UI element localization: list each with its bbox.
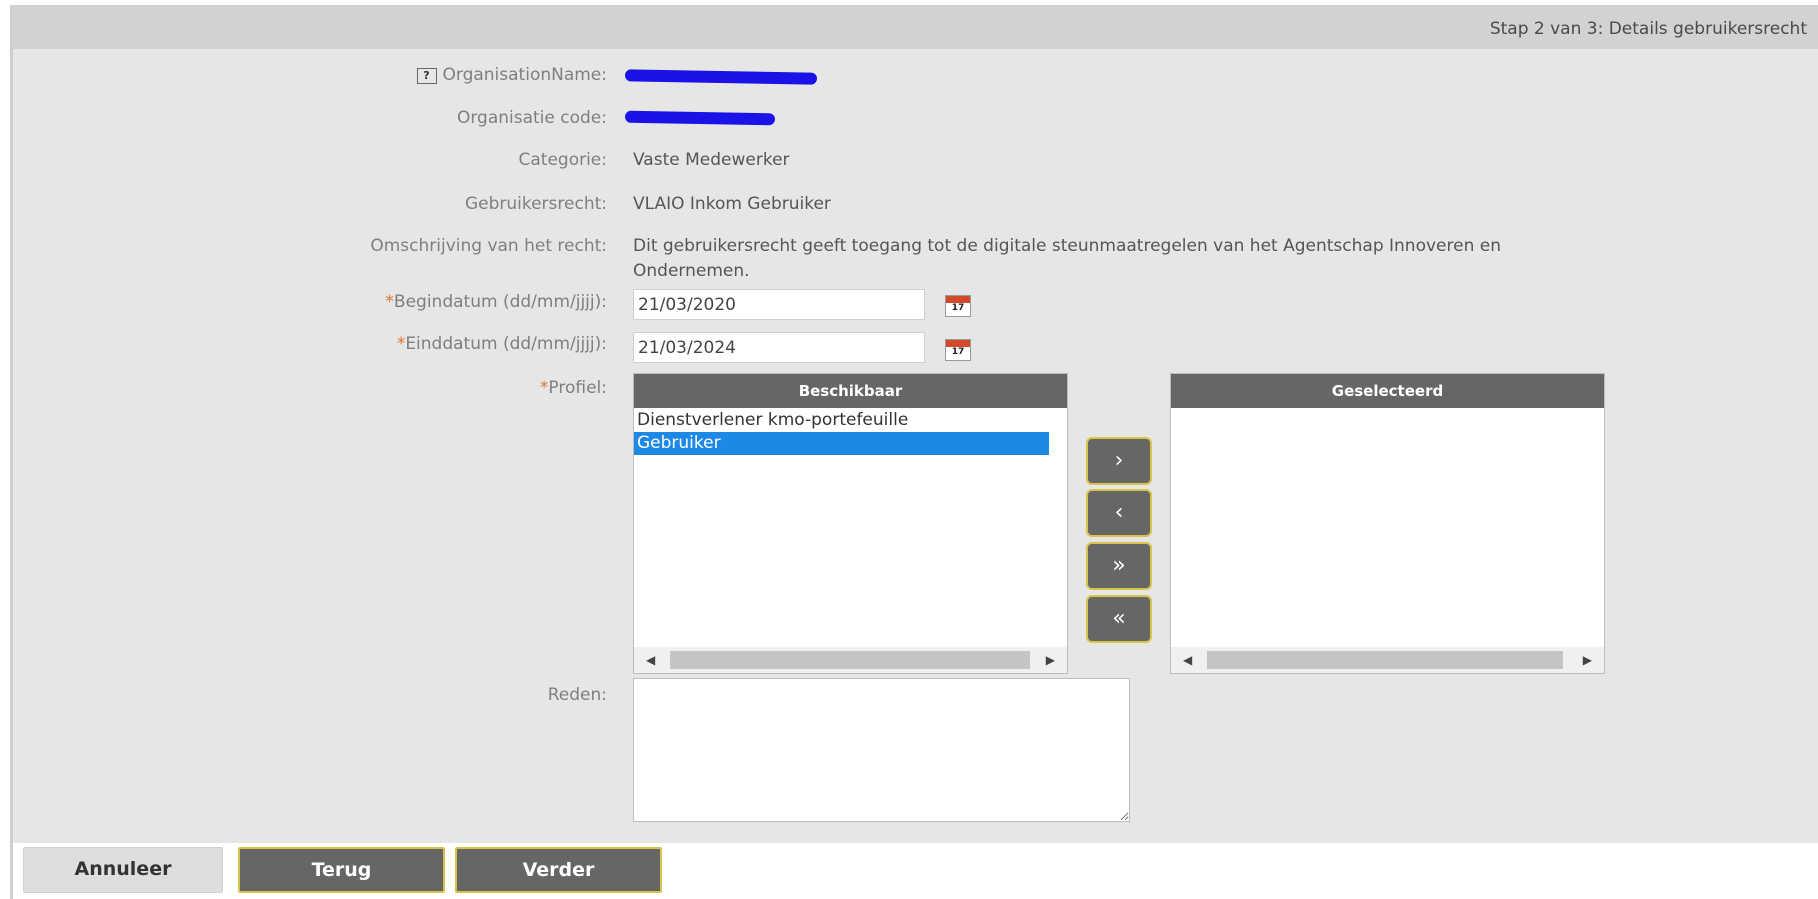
einddatum-label: *Einddatum (dd/mm/jjjj): [396,334,607,354]
move-left-button[interactable]: ‹ [1086,489,1152,537]
horizontal-scrollbar[interactable]: ◀ ▶ [634,647,1067,673]
calendar-icon[interactable]: 17 [945,339,971,361]
back-button[interactable]: Terug [238,847,445,893]
redacted-organisation-code [624,110,776,126]
step-title: Stap 2 van 3: Details gebruikersrecht [1489,19,1807,39]
reden-textarea[interactable] [633,678,1130,822]
scroll-left-icon[interactable]: ◀ [646,653,655,667]
horizontal-scrollbar[interactable]: ◀ ▶ [1171,647,1604,673]
omschrijving-value: Dit gebruikersrecht geeft toegang tot de… [633,236,1501,281]
next-button[interactable]: Verder [455,847,662,893]
organisation-code-label: Organisatie code: [456,108,607,128]
organisation-name-label: ? OrganisationName: [416,65,607,85]
list-item-selected[interactable]: Gebruiker [634,432,1049,455]
available-header: Beschikbaar [634,374,1067,408]
scroll-right-icon[interactable]: ▶ [1046,653,1055,667]
move-right-button[interactable]: › [1086,437,1152,485]
list-item[interactable]: Dienstverlener kmo-portefeuille [634,409,1049,432]
scroll-thumb[interactable] [1207,651,1563,669]
categorie-value: Vaste Medewerker [633,150,790,170]
reden-label: Reden: [547,685,607,705]
cancel-button[interactable]: Annuleer [23,847,223,893]
scroll-thumb[interactable] [670,651,1030,669]
help-icon[interactable]: ? [416,68,437,84]
einddatum-input[interactable] [633,332,925,363]
selected-profiles-list[interactable]: Geselecteerd ◀ ▶ [1170,373,1605,674]
begindatum-label: *Begindatum (dd/mm/jjjj): [385,292,607,312]
calendar-icon[interactable]: 17 [945,295,971,317]
scroll-left-icon[interactable]: ◀ [1183,653,1192,667]
header-bar: Stap 2 van 3: Details gebruikersrecht [13,5,1818,49]
gebruikersrecht-value: VLAIO Inkom Gebruiker [633,194,831,214]
available-profiles-list[interactable]: Beschikbaar Dienstverlener kmo-portefeui… [633,373,1068,674]
scroll-right-icon[interactable]: ▶ [1583,653,1592,667]
move-all-left-button[interactable]: « [1086,595,1152,643]
redacted-organisation-name [624,69,818,85]
categorie-label: Categorie: [518,150,607,170]
omschrijving-label: Omschrijving van het recht: [370,236,607,256]
move-all-right-button[interactable]: » [1086,542,1152,590]
selected-header: Geselecteerd [1171,374,1604,408]
profiel-label: *Profiel: [539,378,607,398]
form-panel: Stap 2 van 3: Details gebruikersrecht ? O… [10,5,1818,899]
begindatum-input[interactable] [633,289,925,320]
footer-bar: Annuleer Terug Verder [13,843,1818,899]
gebruikersrecht-label: Gebruikersrecht: [464,194,607,214]
